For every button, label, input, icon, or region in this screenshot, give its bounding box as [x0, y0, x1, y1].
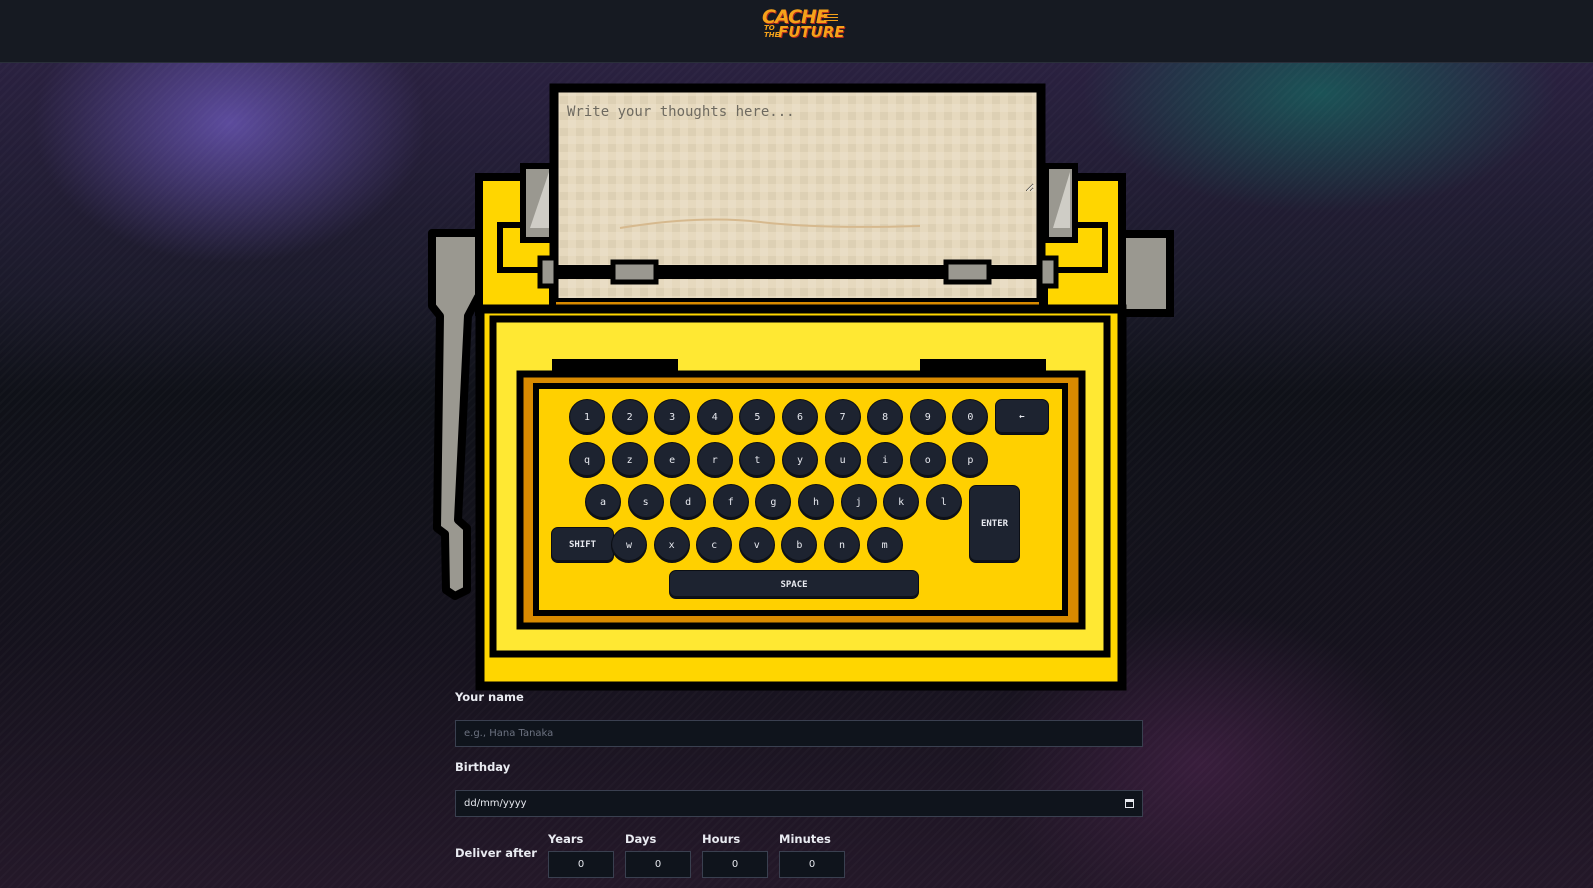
- birthday-label: Birthday: [455, 760, 511, 774]
- key-enter[interactable]: ENTER: [969, 485, 1020, 563]
- key-i[interactable]: i: [867, 442, 904, 478]
- calendar-icon[interactable]: [1125, 799, 1134, 808]
- key-o[interactable]: o: [909, 442, 946, 478]
- key-8[interactable]: 8: [867, 399, 904, 435]
- key-c[interactable]: c: [696, 527, 733, 563]
- days-label: Days: [625, 832, 657, 846]
- key-shift[interactable]: SHIFT: [551, 527, 614, 563]
- minutes-label: Minutes: [779, 832, 831, 846]
- birthday-date-input[interactable]: dd/mm/yyyy: [455, 790, 1143, 817]
- key-n[interactable]: n: [824, 527, 860, 563]
- hours-input[interactable]: [702, 851, 768, 878]
- cache-to-the-future-logo[interactable]: CACHE TO THE FUTURE: [762, 6, 845, 42]
- key-f[interactable]: f: [712, 484, 749, 520]
- key-w[interactable]: w: [611, 527, 647, 563]
- key-l[interactable]: l: [925, 484, 962, 520]
- key-a[interactable]: a: [585, 484, 621, 520]
- key-z[interactable]: z: [611, 442, 648, 478]
- years-label: Years: [548, 832, 584, 846]
- key-backspace[interactable]: ←: [995, 399, 1049, 435]
- key-u[interactable]: u: [824, 442, 861, 478]
- years-input[interactable]: [548, 851, 614, 878]
- key-r[interactable]: r: [696, 442, 733, 478]
- key-space[interactable]: SPACE: [669, 570, 919, 599]
- minutes-input[interactable]: [779, 851, 845, 878]
- key-e[interactable]: e: [654, 442, 691, 478]
- deliver-after-label: Deliver after: [455, 846, 537, 860]
- key-1[interactable]: 1: [569, 399, 605, 435]
- key-d[interactable]: d: [670, 484, 707, 520]
- name-label: Your name: [455, 690, 524, 704]
- key-6[interactable]: 6: [782, 399, 818, 435]
- key-m[interactable]: m: [866, 527, 903, 563]
- key-2[interactable]: 2: [611, 399, 648, 435]
- key-s[interactable]: s: [627, 484, 664, 520]
- days-input[interactable]: [625, 851, 691, 878]
- key-7[interactable]: 7: [824, 399, 861, 435]
- key-y[interactable]: y: [782, 442, 818, 478]
- key-x[interactable]: x: [653, 527, 690, 563]
- site-header: CACHE TO THE FUTURE: [0, 0, 1593, 63]
- name-input[interactable]: [455, 720, 1143, 747]
- birthday-value: dd/mm/yyyy: [464, 798, 527, 809]
- key-9[interactable]: 9: [909, 399, 946, 435]
- thoughts-textarea[interactable]: [561, 100, 1034, 192]
- key-3[interactable]: 3: [654, 399, 691, 435]
- key-q[interactable]: q: [569, 442, 605, 478]
- key-4[interactable]: 4: [696, 399, 733, 435]
- key-v[interactable]: v: [738, 527, 775, 563]
- hours-label: Hours: [702, 832, 741, 846]
- key-h[interactable]: h: [798, 484, 834, 520]
- speed-lines-icon: [824, 14, 838, 22]
- key-k[interactable]: k: [883, 484, 920, 520]
- key-j[interactable]: j: [840, 484, 877, 520]
